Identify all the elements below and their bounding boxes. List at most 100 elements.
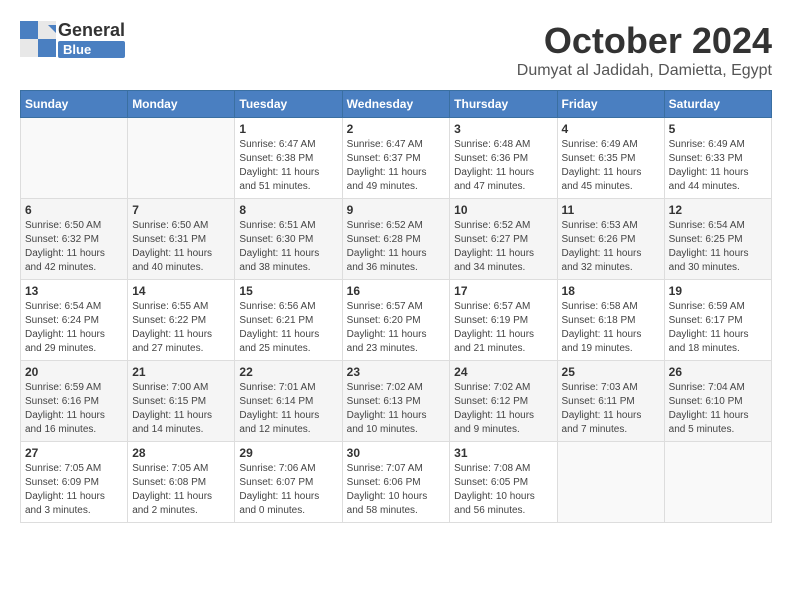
day-info: Sunrise: 6:54 AMSunset: 6:25 PMDaylight:…: [669, 219, 767, 275]
day-number: 6: [25, 203, 123, 217]
day-number: 8: [239, 203, 337, 217]
day-number: 27: [25, 446, 123, 460]
day-number: 20: [25, 365, 123, 379]
day-info: Sunrise: 7:05 AMSunset: 6:09 PMDaylight:…: [25, 462, 123, 518]
calendar-cell: 27 Sunrise: 7:05 AMSunset: 6:09 PMDayligh…: [21, 442, 128, 523]
calendar-cell: 5 Sunrise: 6:49 AMSunset: 6:33 PMDaylight…: [664, 118, 771, 199]
calendar-cell: 7 Sunrise: 6:50 AMSunset: 6:31 PMDaylight…: [128, 199, 235, 280]
day-number: 19: [669, 284, 767, 298]
day-number: 14: [132, 284, 230, 298]
day-info: Sunrise: 6:47 AMSunset: 6:37 PMDaylight:…: [347, 138, 446, 194]
day-number: 17: [454, 284, 552, 298]
day-info: Sunrise: 6:48 AMSunset: 6:36 PMDaylight:…: [454, 138, 552, 194]
day-number: 22: [239, 365, 337, 379]
calendar-cell: 12 Sunrise: 6:54 AMSunset: 6:25 PMDayligh…: [664, 199, 771, 280]
calendar-cell: 20Sunrise: 6:59 AMSunset: 6:16 PMDayligh…: [21, 361, 128, 442]
calendar-cell: 19 Sunrise: 6:59 AMSunset: 6:17 PMDayligh…: [664, 280, 771, 361]
calendar-cell: 3 Sunrise: 6:48 AMSunset: 6:36 PMDaylight…: [450, 118, 557, 199]
day-number: 15: [239, 284, 337, 298]
day-number: 28: [132, 446, 230, 460]
calendar-cell: 17 Sunrise: 6:57 AMSunset: 6:19 PMDayligh…: [450, 280, 557, 361]
day-number: 21: [132, 365, 230, 379]
day-info: Sunrise: 6:50 AMSunset: 6:32 PMDaylight:…: [25, 219, 123, 275]
day-number: 16: [347, 284, 446, 298]
calendar-cell: 8 Sunrise: 6:51 AMSunset: 6:30 PMDaylight…: [235, 199, 342, 280]
calendar-cell: 13Sunrise: 6:54 AMSunset: 6:24 PMDayligh…: [21, 280, 128, 361]
day-number: 10: [454, 203, 552, 217]
day-number: 1: [239, 122, 337, 136]
header-tuesday: Tuesday: [235, 91, 342, 118]
calendar-cell: 2 Sunrise: 6:47 AMSunset: 6:37 PMDaylight…: [342, 118, 450, 199]
day-info: Sunrise: 6:51 AMSunset: 6:30 PMDaylight:…: [239, 219, 337, 275]
page-header: General Blue October 2024 Dumyat al Jadi…: [20, 20, 772, 80]
header-thursday: Thursday: [450, 91, 557, 118]
day-info: Sunrise: 7:02 AMSunset: 6:13 PMDaylight:…: [347, 381, 446, 437]
calendar-cell: 31 Sunrise: 7:08 AMSunset: 6:05 PMDayligh…: [450, 442, 557, 523]
calendar-cell: 29 Sunrise: 7:06 AMSunset: 6:07 PMDayligh…: [235, 442, 342, 523]
calendar-header-row: SundayMondayTuesdayWednesdayThursdayFrid…: [21, 91, 772, 118]
calendar-cell: 22 Sunrise: 7:01 AMSunset: 6:14 PMDayligh…: [235, 361, 342, 442]
calendar-cell: 1 Sunrise: 6:47 AMSunset: 6:38 PMDaylight…: [235, 118, 342, 199]
week-row-2: 6 Sunrise: 6:50 AMSunset: 6:32 PMDaylight…: [21, 199, 772, 280]
calendar-cell: 14 Sunrise: 6:55 AMSunset: 6:22 PMDayligh…: [128, 280, 235, 361]
day-info: Sunrise: 7:08 AMSunset: 6:05 PMDaylight:…: [454, 462, 552, 518]
calendar-cell: 24 Sunrise: 7:02 AMSunset: 6:12 PMDayligh…: [450, 361, 557, 442]
day-info: Sunrise: 7:02 AMSunset: 6:12 PMDaylight:…: [454, 381, 552, 437]
calendar-cell: 25Sunrise: 7:03 AMSunset: 6:11 PMDayligh…: [557, 361, 664, 442]
day-number: 23: [347, 365, 446, 379]
day-info: Sunrise: 6:55 AMSunset: 6:22 PMDaylight:…: [132, 300, 230, 356]
day-info: Sunrise: 6:49 AMSunset: 6:35 PMDaylight:…: [562, 138, 660, 194]
day-number: 11: [562, 203, 660, 217]
day-info: Sunrise: 6:52 AMSunset: 6:28 PMDaylight:…: [347, 219, 446, 275]
day-info: Sunrise: 7:00 AMSunset: 6:15 PMDaylight:…: [132, 381, 230, 437]
calendar-cell: 11 Sunrise: 6:53 AMSunset: 6:26 PMDayligh…: [557, 199, 664, 280]
day-number: 5: [669, 122, 767, 136]
day-info: Sunrise: 7:01 AMSunset: 6:14 PMDaylight:…: [239, 381, 337, 437]
day-number: 26: [669, 365, 767, 379]
calendar-cell: [21, 118, 128, 199]
location-title: Dumyat al Jadidah, Damietta, Egypt: [517, 62, 772, 80]
logo: General Blue: [20, 20, 125, 58]
day-info: Sunrise: 6:57 AMSunset: 6:19 PMDaylight:…: [454, 300, 552, 356]
day-info: Sunrise: 6:52 AMSunset: 6:27 PMDaylight:…: [454, 219, 552, 275]
day-number: 30: [347, 446, 446, 460]
calendar-cell: 15 Sunrise: 6:56 AMSunset: 6:21 PMDayligh…: [235, 280, 342, 361]
month-title: October 2024: [517, 20, 772, 62]
day-info: Sunrise: 7:05 AMSunset: 6:08 PMDaylight:…: [132, 462, 230, 518]
day-number: 3: [454, 122, 552, 136]
title-block: October 2024 Dumyat al Jadidah, Damietta…: [517, 20, 772, 80]
logo-general: General: [58, 20, 125, 41]
day-info: Sunrise: 6:47 AMSunset: 6:38 PMDaylight:…: [239, 138, 337, 194]
day-info: Sunrise: 6:56 AMSunset: 6:21 PMDaylight:…: [239, 300, 337, 356]
day-info: Sunrise: 6:50 AMSunset: 6:31 PMDaylight:…: [132, 219, 230, 275]
calendar-table: SundayMondayTuesdayWednesdayThursdayFrid…: [20, 90, 772, 523]
day-info: Sunrise: 6:58 AMSunset: 6:18 PMDaylight:…: [562, 300, 660, 356]
calendar-cell: 16Sunrise: 6:57 AMSunset: 6:20 PMDayligh…: [342, 280, 450, 361]
calendar-cell: 4Sunrise: 6:49 AMSunset: 6:35 PMDaylight…: [557, 118, 664, 199]
day-info: Sunrise: 6:53 AMSunset: 6:26 PMDaylight:…: [562, 219, 660, 275]
day-info: Sunrise: 7:06 AMSunset: 6:07 PMDaylight:…: [239, 462, 337, 518]
week-row-4: 20Sunrise: 6:59 AMSunset: 6:16 PMDayligh…: [21, 361, 772, 442]
day-number: 31: [454, 446, 552, 460]
header-sunday: Sunday: [21, 91, 128, 118]
day-number: 2: [347, 122, 446, 136]
calendar-cell: 21 Sunrise: 7:00 AMSunset: 6:15 PMDayligh…: [128, 361, 235, 442]
header-wednesday: Wednesday: [342, 91, 450, 118]
calendar-cell: 9Sunrise: 6:52 AMSunset: 6:28 PMDaylight…: [342, 199, 450, 280]
day-info: Sunrise: 7:07 AMSunset: 6:06 PMDaylight:…: [347, 462, 446, 518]
logo-blue: Blue: [58, 41, 125, 58]
day-info: Sunrise: 6:59 AMSunset: 6:17 PMDaylight:…: [669, 300, 767, 356]
calendar-cell: 18Sunrise: 6:58 AMSunset: 6:18 PMDayligh…: [557, 280, 664, 361]
day-number: 24: [454, 365, 552, 379]
day-info: Sunrise: 6:49 AMSunset: 6:33 PMDaylight:…: [669, 138, 767, 194]
header-saturday: Saturday: [664, 91, 771, 118]
day-number: 7: [132, 203, 230, 217]
day-info: Sunrise: 7:03 AMSunset: 6:11 PMDaylight:…: [562, 381, 660, 437]
calendar-cell: 28 Sunrise: 7:05 AMSunset: 6:08 PMDayligh…: [128, 442, 235, 523]
calendar-cell: 30 Sunrise: 7:07 AMSunset: 6:06 PMDayligh…: [342, 442, 450, 523]
day-number: 12: [669, 203, 767, 217]
calendar-cell: 26Sunrise: 7:04 AMSunset: 6:10 PMDayligh…: [664, 361, 771, 442]
calendar-cell: 6 Sunrise: 6:50 AMSunset: 6:32 PMDaylight…: [21, 199, 128, 280]
day-number: 29: [239, 446, 337, 460]
week-row-3: 13Sunrise: 6:54 AMSunset: 6:24 PMDayligh…: [21, 280, 772, 361]
